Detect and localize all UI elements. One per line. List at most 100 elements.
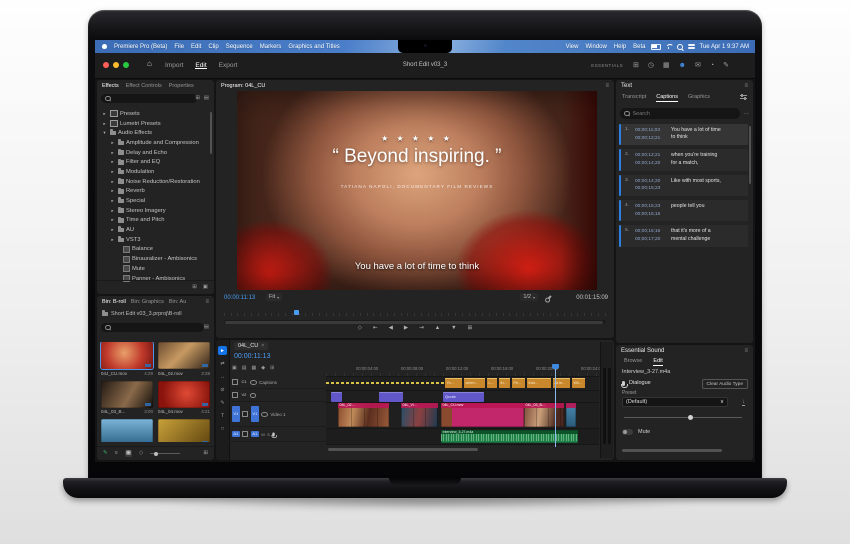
clip-thumbnail[interactable] bbox=[101, 342, 153, 369]
menubar-clock[interactable]: Tue Apr 1 9:37 AM bbox=[700, 44, 749, 50]
effects-tree-item[interactable]: ▸ Stereo Imagery bbox=[99, 206, 209, 216]
settings-wrench-icon[interactable] bbox=[546, 295, 552, 301]
panel-menu-icon[interactable]: ≡ bbox=[744, 348, 748, 354]
caption-segment[interactable]: 5. 00;00;16;16 00;00;17;20 that it's more… bbox=[619, 225, 748, 248]
effects-search[interactable] bbox=[101, 94, 197, 103]
clip-thumbnail[interactable] bbox=[101, 419, 153, 442]
disclosure-triangle-icon[interactable]: ▸ bbox=[110, 208, 115, 214]
caption-clip[interactable]: L... bbox=[487, 378, 497, 388]
view-tab[interactable]: Import bbox=[165, 58, 183, 73]
add-marker-icon[interactable]: ◇ bbox=[358, 325, 362, 332]
caption-settings-icon[interactable] bbox=[740, 94, 747, 100]
panel-menu-icon[interactable]: ≡ bbox=[205, 299, 209, 305]
clear-audio-type-button[interactable]: Clear Audio Type bbox=[701, 379, 748, 389]
add-marker-icon[interactable]: ⊞ bbox=[270, 366, 274, 371]
caption-clip[interactable]: when... bbox=[464, 378, 485, 388]
intensity-slider[interactable] bbox=[624, 414, 742, 420]
clip-thumbnail[interactable] bbox=[158, 419, 210, 442]
progress-dashboard-icon[interactable]: ◷ bbox=[648, 62, 654, 69]
playback-resolution-dropdown[interactable]: 1/2 ▾ bbox=[520, 293, 538, 301]
preset-dropdown[interactable]: (Default) ∨ bbox=[622, 397, 728, 407]
panel-title[interactable]: Essential Sound bbox=[621, 348, 664, 354]
media-clip[interactable]: 04J_CU.mov 4:29 bbox=[101, 342, 153, 376]
more-options-icon[interactable]: … bbox=[744, 110, 750, 117]
workspace-overlay-icon[interactable]: ⊞ bbox=[633, 62, 639, 69]
source-patch-v1[interactable]: V1 bbox=[232, 406, 240, 422]
panel-tab[interactable]: Effect Controls bbox=[126, 83, 162, 89]
disclosure-triangle-icon[interactable]: ▸ bbox=[110, 198, 115, 204]
slider-knob[interactable] bbox=[688, 414, 693, 420]
bin-search[interactable] bbox=[101, 323, 204, 332]
caption-track[interactable]: Yo... when... L... th... Pe... that... At le..… bbox=[326, 377, 599, 391]
insert-icon[interactable]: ▣ bbox=[232, 366, 237, 371]
caption-clip[interactable]: Wh... bbox=[572, 378, 585, 388]
timeline-playhead[interactable] bbox=[555, 364, 556, 447]
notifications-icon[interactable]: ◔ bbox=[710, 62, 714, 69]
caption-timecodes[interactable]: 00;00;12;21 00;00;14;20 bbox=[635, 152, 668, 167]
video-clip[interactable] bbox=[566, 403, 576, 427]
track-badge[interactable]: C1 bbox=[241, 379, 248, 385]
razor-tool[interactable]: ⊘ bbox=[218, 385, 227, 394]
effects-tree-item[interactable]: ▸ Noise Reduction/Restoration bbox=[99, 177, 209, 187]
disclosure-triangle-icon[interactable]: ▸ bbox=[110, 237, 115, 243]
menu-item[interactable]: Help bbox=[614, 44, 626, 50]
caption-text[interactable]: when you're training for a match, bbox=[671, 152, 721, 167]
media-clip[interactable]: 04L_03_B... 3:00 bbox=[101, 380, 153, 414]
timeline-tracks-area[interactable]: 00:00:04:00 00:00:08:00 00:00:12:00 00:00:1… bbox=[326, 340, 603, 460]
play-icon[interactable]: ▶ bbox=[404, 325, 408, 332]
program-video-frame[interactable]: ★ ★ ★ ★ ★ “ Beyond inspiring. ” TATIANA … bbox=[237, 91, 597, 290]
media-clip[interactable] bbox=[158, 419, 210, 442]
graphic-clip[interactable]: Quote bbox=[443, 391, 484, 402]
bin-tab[interactable]: Bin: Graphics bbox=[131, 299, 164, 305]
bin-tab[interactable]: Bin: Au bbox=[169, 299, 186, 305]
lock-icon[interactable] bbox=[232, 379, 238, 385]
video-clip[interactable]: 04L_03_B... bbox=[524, 403, 564, 427]
audio1-track-header[interactable]: A1 A1 M S bbox=[229, 427, 326, 442]
caption-track-header[interactable]: C1 Captions bbox=[229, 376, 326, 389]
bin-breadcrumb[interactable]: Short Edit v03_3.prproj\B-roll bbox=[111, 311, 182, 317]
panel-tab[interactable]: Effects bbox=[102, 83, 119, 89]
text-panel-tab[interactable]: Graphics bbox=[688, 94, 710, 100]
program-scrollbar[interactable] bbox=[224, 320, 606, 324]
track-select-tool[interactable]: ⇄ bbox=[218, 359, 227, 368]
media-clip[interactable]: 04L_02.mov 3:28 bbox=[158, 342, 210, 376]
disclosure-triangle-icon[interactable]: ▸ bbox=[110, 159, 115, 165]
mark-in-icon[interactable]: ⇤ bbox=[373, 325, 378, 332]
wifi-icon[interactable] bbox=[666, 44, 672, 49]
panel-title[interactable]: Text bbox=[621, 83, 632, 89]
caption-text[interactable]: You have a lot of time to think bbox=[671, 127, 721, 142]
caption-search-input[interactable] bbox=[632, 110, 736, 117]
quick-export-icon[interactable]: ✎ bbox=[723, 62, 729, 69]
clip-thumbnail[interactable] bbox=[158, 380, 210, 408]
caption-text[interactable]: that it's more of a mental challenge bbox=[671, 228, 721, 243]
toggle-track-output-icon[interactable] bbox=[249, 392, 257, 398]
lock-icon[interactable] bbox=[242, 431, 249, 437]
caption-clip[interactable]: Pe... bbox=[512, 378, 525, 388]
hand-tool[interactable]: □ bbox=[218, 424, 227, 433]
menu-item[interactable]: Sequence bbox=[226, 44, 253, 50]
effects-search-input[interactable] bbox=[113, 95, 193, 102]
thumbnail-zoom-slider[interactable] bbox=[150, 451, 181, 456]
effects-tree-item[interactable]: ▸ Special bbox=[99, 196, 209, 206]
pen-tool[interactable]: ✎ bbox=[218, 398, 227, 407]
menu-item[interactable]: Beta bbox=[633, 44, 645, 50]
effects-tree-item[interactable]: ▸ Lumetri Presets bbox=[99, 119, 209, 129]
effects-tree-item[interactable]: Balance bbox=[99, 245, 209, 255]
sound-panel-tab[interactable]: Edit bbox=[653, 358, 664, 366]
caption-timecodes[interactable]: 00;00;16;16 00;00;17;20 bbox=[635, 228, 668, 243]
program-mini-timeline[interactable] bbox=[224, 311, 606, 316]
video-clip[interactable]: 04L_Vi... bbox=[401, 403, 438, 427]
effects-tree-item[interactable]: ▸ AU bbox=[99, 225, 209, 235]
list-view-icon[interactable]: ≡ bbox=[115, 450, 118, 457]
disclosure-triangle-icon[interactable]: ▸ bbox=[110, 188, 115, 194]
video1-track[interactable]: 04L_02... 04L_Vi... 04L_CU.mov 04L_03_B.… bbox=[326, 403, 599, 429]
disclosure-triangle-icon[interactable]: ▸ bbox=[102, 111, 107, 117]
spotlight-search-icon[interactable] bbox=[676, 43, 683, 50]
new-folder-icon[interactable]: ⊞ bbox=[192, 284, 197, 291]
control-center-icon[interactable] bbox=[687, 44, 695, 49]
delete-icon[interactable]: ▣ bbox=[203, 284, 208, 291]
caption-timecodes[interactable]: 00;00;11;03 00;00;12;21 bbox=[635, 127, 668, 142]
disclosure-triangle-icon[interactable]: ▸ bbox=[110, 150, 115, 156]
caption-segment[interactable]: 1. 00;00;11;03 00;00;12;21 You have a lot… bbox=[619, 124, 748, 146]
video2-track-header[interactable]: V2 bbox=[229, 389, 326, 402]
